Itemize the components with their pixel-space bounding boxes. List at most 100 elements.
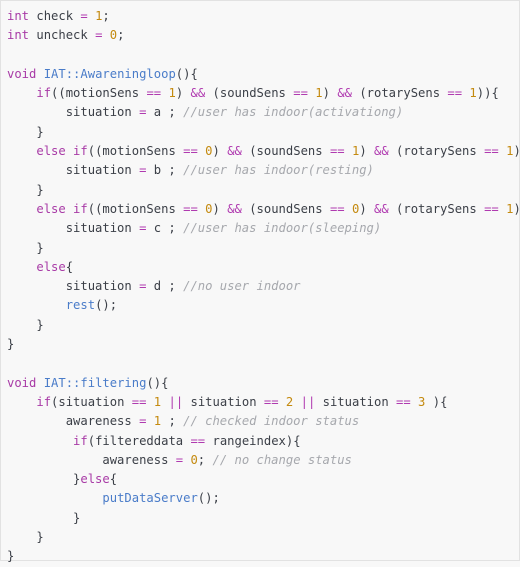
keyword-token: if <box>73 433 88 448</box>
number-token: 0 <box>205 144 213 159</box>
function-token: IAT::filtering <box>43 375 147 390</box>
text-token: situation <box>7 279 140 294</box>
operator-token: == <box>183 201 198 216</box>
operator-token: == <box>183 144 198 159</box>
text-token: ; <box>117 28 125 43</box>
code-line: } <box>7 547 520 566</box>
text-token: situation <box>315 394 397 409</box>
text-token: ((motionSens <box>87 144 184 159</box>
code-line: situation = c ; //user has indoor(sleepi… <box>7 219 520 238</box>
code-line: int check = 1; <box>7 7 520 26</box>
operator-token: && <box>337 86 352 101</box>
function-token: rest <box>65 298 96 313</box>
code-snippet-frame: int check = 1; int uncheck = 0; void IAT:… <box>0 0 520 563</box>
text-token: situation <box>7 105 140 120</box>
text-token: c ; <box>146 221 184 236</box>
function-token: IAT::Awareningloop <box>43 66 176 81</box>
text-token: { <box>109 472 118 487</box>
operator-token: == <box>447 86 463 101</box>
text-token: } <box>7 240 44 255</box>
text-token: ) <box>359 144 374 159</box>
text-token: (soundSens <box>241 201 330 216</box>
text-token: } <box>7 472 81 487</box>
code-line: situation = a ; //user has indoor(activa… <box>7 103 520 122</box>
text-token: rangeindex){ <box>205 433 301 448</box>
text-token: ) <box>322 86 338 101</box>
operator-token: && <box>374 201 389 216</box>
operator-token: && <box>374 144 389 159</box>
code-line: } <box>7 335 520 354</box>
text-token: )){ <box>513 202 520 216</box>
text-token: b ; <box>146 163 184 178</box>
text-token: ((motionSens <box>51 86 147 101</box>
code-line: awareness = 0; // no change status <box>7 451 520 470</box>
code-line: } <box>7 316 520 335</box>
operator-token: || <box>168 394 184 409</box>
text-token: (){ <box>146 375 169 390</box>
text-token: (filtereddata <box>87 433 191 448</box>
text-token: } <box>7 124 44 139</box>
keyword-token: if <box>36 394 52 409</box>
code-line: putDataServer(); <box>7 489 520 508</box>
text-token: } <box>7 337 15 352</box>
text-token: } <box>7 317 44 332</box>
text-token: )){ <box>476 86 499 101</box>
code-line: } <box>7 239 520 258</box>
operator-token: == <box>396 394 411 409</box>
number-token: 0 <box>205 201 213 216</box>
operator-token: == <box>131 394 147 409</box>
code-block: int check = 1; int uncheck = 0; void IAT:… <box>7 7 520 567</box>
function-token: putDataServer <box>102 491 198 506</box>
code-line: void IAT::filtering(){ <box>7 374 520 393</box>
operator-token: = <box>80 9 88 23</box>
code-line: rest(); <box>7 296 520 315</box>
text-token: ) <box>212 144 228 159</box>
text-token: } <box>7 530 44 545</box>
text-token: ; <box>161 414 184 429</box>
comment-token: // checked indoor status <box>183 414 360 429</box>
code-line: } <box>7 123 520 142</box>
code-line: situation = b ; //user has indoor(restin… <box>7 161 520 180</box>
keyword-token: else <box>80 472 110 487</box>
text-token: uncheck <box>29 28 96 43</box>
operator-token: == <box>329 201 345 216</box>
code-line: else if((motionSens == 0) && (soundSens … <box>7 200 520 219</box>
code-line: else if((motionSens == 0) && (soundSens … <box>7 142 520 161</box>
code-line: if((motionSens == 1) && (soundSens == 1)… <box>7 84 520 103</box>
text-token: } <box>7 182 44 197</box>
code-line: if(filtereddata == rangeindex){ <box>7 432 520 451</box>
number-token: 1 <box>168 86 176 101</box>
keyword-token: void <box>7 375 37 390</box>
text-token: ) <box>175 86 191 101</box>
operator-token: == <box>484 201 499 216</box>
keyword-token: int <box>7 9 30 23</box>
operator-token: == <box>329 144 345 159</box>
code-line: }else{ <box>7 470 520 489</box>
number-token: 1 <box>469 86 477 101</box>
text-token: situation <box>7 221 140 236</box>
text-token: (soundSens <box>241 144 330 159</box>
keyword-token: else <box>36 259 66 274</box>
text-token: (); <box>197 491 220 506</box>
code-line: } <box>7 181 520 200</box>
text-token: (situation <box>51 394 132 409</box>
number-token: 0 <box>190 452 198 467</box>
code-line: else{ <box>7 258 520 277</box>
text-token: (soundSens <box>205 86 294 101</box>
operator-token: == <box>484 144 499 159</box>
operator-token: == <box>263 394 279 409</box>
text-token: (rotarySens <box>388 144 485 159</box>
operator-token: && <box>190 86 206 101</box>
